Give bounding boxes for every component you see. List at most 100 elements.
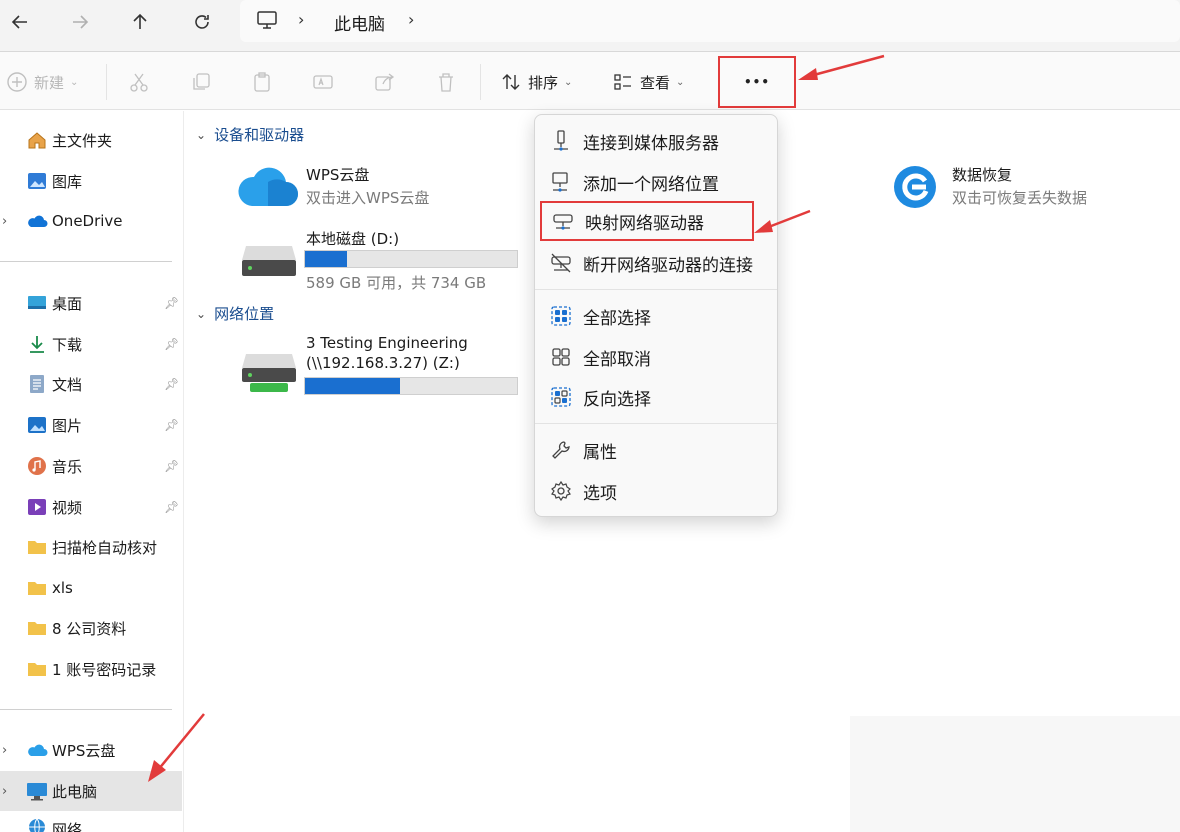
menu-item-map-network-drive[interactable]: 映射网络驱动器 (540, 201, 754, 241)
share-button[interactable] (373, 66, 395, 98)
sidebar-item-label: xls (52, 579, 73, 597)
menu-item-disconnect-network-drive[interactable]: 断开网络驱动器的连接 (535, 243, 777, 283)
menu-item-connect-media-server[interactable]: 连接到媒体服务器 (535, 121, 777, 161)
section-devices-header[interactable]: ⌄ 设备和驱动器 (196, 124, 304, 145)
sidebar-item-videos[interactable]: 视频 📌︎ (0, 487, 184, 527)
trash-icon (439, 73, 453, 92)
sidebar-item-documents[interactable]: 文档 📌︎ (0, 364, 184, 404)
menu-item-add-network-location[interactable]: 添加一个网络位置 (535, 162, 777, 202)
folder-icon (26, 658, 48, 680)
usage-bar (304, 377, 518, 395)
select-all-icon (549, 304, 573, 328)
annotation-arrow (148, 713, 205, 782)
menu-item-options[interactable]: 选项 (535, 471, 777, 511)
menu-divider (535, 289, 777, 290)
invert-selection-icon (549, 385, 573, 409)
sidebar-item-folder[interactable]: xls (0, 568, 184, 608)
menu-divider (535, 423, 777, 424)
wps-cloud-icon (26, 739, 48, 761)
menu-item-properties[interactable]: 属性 (535, 430, 777, 470)
sidebar-item-music[interactable]: 音乐 📌︎ (0, 446, 184, 486)
annotation-arrow (798, 54, 885, 80)
computer-icon (26, 780, 48, 802)
pin-icon[interactable]: 📌︎ (164, 418, 179, 432)
cut-button[interactable] (128, 66, 150, 98)
section-title: 设备和驱动器 (214, 126, 305, 144)
chevron-right-icon[interactable]: › (2, 214, 7, 229)
sidebar-item-folder[interactable]: 扫描枪自动核对 (0, 527, 184, 567)
sidebar-item-downloads[interactable]: 下载 📌︎ (0, 324, 184, 364)
command-bar: 新建 ⌄ 排序 ⌄ 查看 ⌄ ••• (0, 52, 1180, 110)
rename-button[interactable] (312, 66, 334, 98)
sidebar-item-label: 图片 (52, 416, 83, 435)
sidebar-item-label: 视频 (52, 498, 83, 517)
data-recovery-icon (892, 164, 938, 214)
sidebar-item-pictures[interactable]: 图片 📌︎ (0, 405, 184, 445)
sidebar-item-folder[interactable]: 1 账号密码记录 (0, 649, 184, 689)
menu-item-select-none[interactable]: 全部取消 (535, 337, 777, 377)
sidebar-item-label: 文档 (52, 375, 83, 394)
wrench-icon (549, 438, 573, 462)
tile-title: WPS云盘 (306, 166, 370, 184)
sidebar-item-home[interactable]: 主文件夹 (0, 120, 184, 160)
pin-icon[interactable]: 📌︎ (164, 296, 179, 310)
refresh-button[interactable] (182, 6, 222, 38)
sidebar-item-label: WPS云盘 (52, 741, 116, 760)
up-button[interactable] (120, 6, 160, 38)
copy-button[interactable] (190, 66, 212, 98)
menu-item-label: 断开网络驱动器的连接 (583, 255, 753, 276)
back-arrow-icon (11, 15, 27, 29)
delete-button[interactable] (435, 66, 457, 98)
breadcrumb-this-pc[interactable]: 此电脑 (334, 10, 385, 35)
chevron-right-icon[interactable]: › (2, 743, 7, 758)
forward-button[interactable] (60, 6, 100, 38)
chevron-right-icon[interactable]: › (2, 784, 7, 799)
section-network-header[interactable]: ⌄ 网络位置 (196, 303, 274, 324)
breadcrumb-chevron[interactable]: › (298, 10, 304, 29)
more-options-menu: 连接到媒体服务器 添加一个网络位置 映射网络驱动器 断开网络驱动器的连接 全部选… (534, 114, 778, 517)
menu-item-invert-selection[interactable]: 反向选择 (535, 377, 777, 417)
gallery-icon (26, 170, 48, 192)
view-label: 查看 (640, 73, 671, 92)
up-arrow-icon (133, 13, 147, 29)
pin-icon[interactable]: 📌︎ (164, 377, 179, 391)
map-drive-icon (551, 209, 575, 233)
back-button[interactable] (0, 6, 40, 38)
menu-item-label: 映射网络驱动器 (585, 213, 704, 234)
tile-subtitle: 双击进入WPS云盘 (306, 189, 430, 207)
sidebar-item-label: 主文件夹 (52, 131, 113, 150)
new-button[interactable]: 新建 ⌄ (6, 66, 78, 98)
sidebar-item-network[interactable]: 网络 (0, 811, 184, 832)
gear-icon (549, 479, 573, 503)
tile-title: (\\192.168.3.27) (Z:) (306, 354, 460, 372)
pin-icon[interactable]: 📌︎ (164, 500, 179, 514)
sidebar-item-label: 图库 (52, 172, 83, 191)
menu-item-select-all[interactable]: 全部选择 (535, 296, 777, 336)
forward-arrow-icon (73, 15, 89, 29)
video-icon (26, 496, 48, 518)
pin-icon[interactable]: 📌︎ (164, 459, 179, 473)
sidebar-item-desktop[interactable]: 桌面 📌︎ (0, 283, 184, 323)
sidebar-item-label: 此电脑 (52, 782, 98, 801)
view-button[interactable]: 查看 ⌄ (612, 66, 684, 98)
breadcrumb-chevron[interactable]: › (408, 10, 414, 29)
menu-item-label: 添加一个网络位置 (583, 174, 719, 195)
menu-item-label: 选项 (583, 483, 617, 504)
divider (0, 709, 172, 710)
sidebar-item-folder[interactable]: 8 公司资料 (0, 608, 184, 648)
chevron-down-icon: ⌄ (564, 76, 573, 88)
paste-button[interactable] (251, 66, 273, 98)
folder-icon (26, 617, 48, 639)
sidebar-item-gallery[interactable]: 图库 (0, 161, 184, 201)
sort-button[interactable]: 排序 ⌄ (500, 66, 572, 98)
address-bar[interactable]: › 此电脑 › (240, 0, 1180, 42)
sidebar-item-label: 1 账号密码记录 (52, 660, 157, 679)
refresh-icon (195, 15, 209, 29)
music-icon (26, 455, 48, 477)
sidebar-item-onedrive[interactable]: › OneDrive (0, 201, 184, 241)
drive-icon (240, 240, 298, 284)
watermark-area (850, 716, 1180, 832)
usage-bar-fill (305, 378, 401, 394)
more-options-button[interactable]: ••• (718, 56, 796, 108)
pin-icon[interactable]: 📌︎ (164, 337, 179, 351)
